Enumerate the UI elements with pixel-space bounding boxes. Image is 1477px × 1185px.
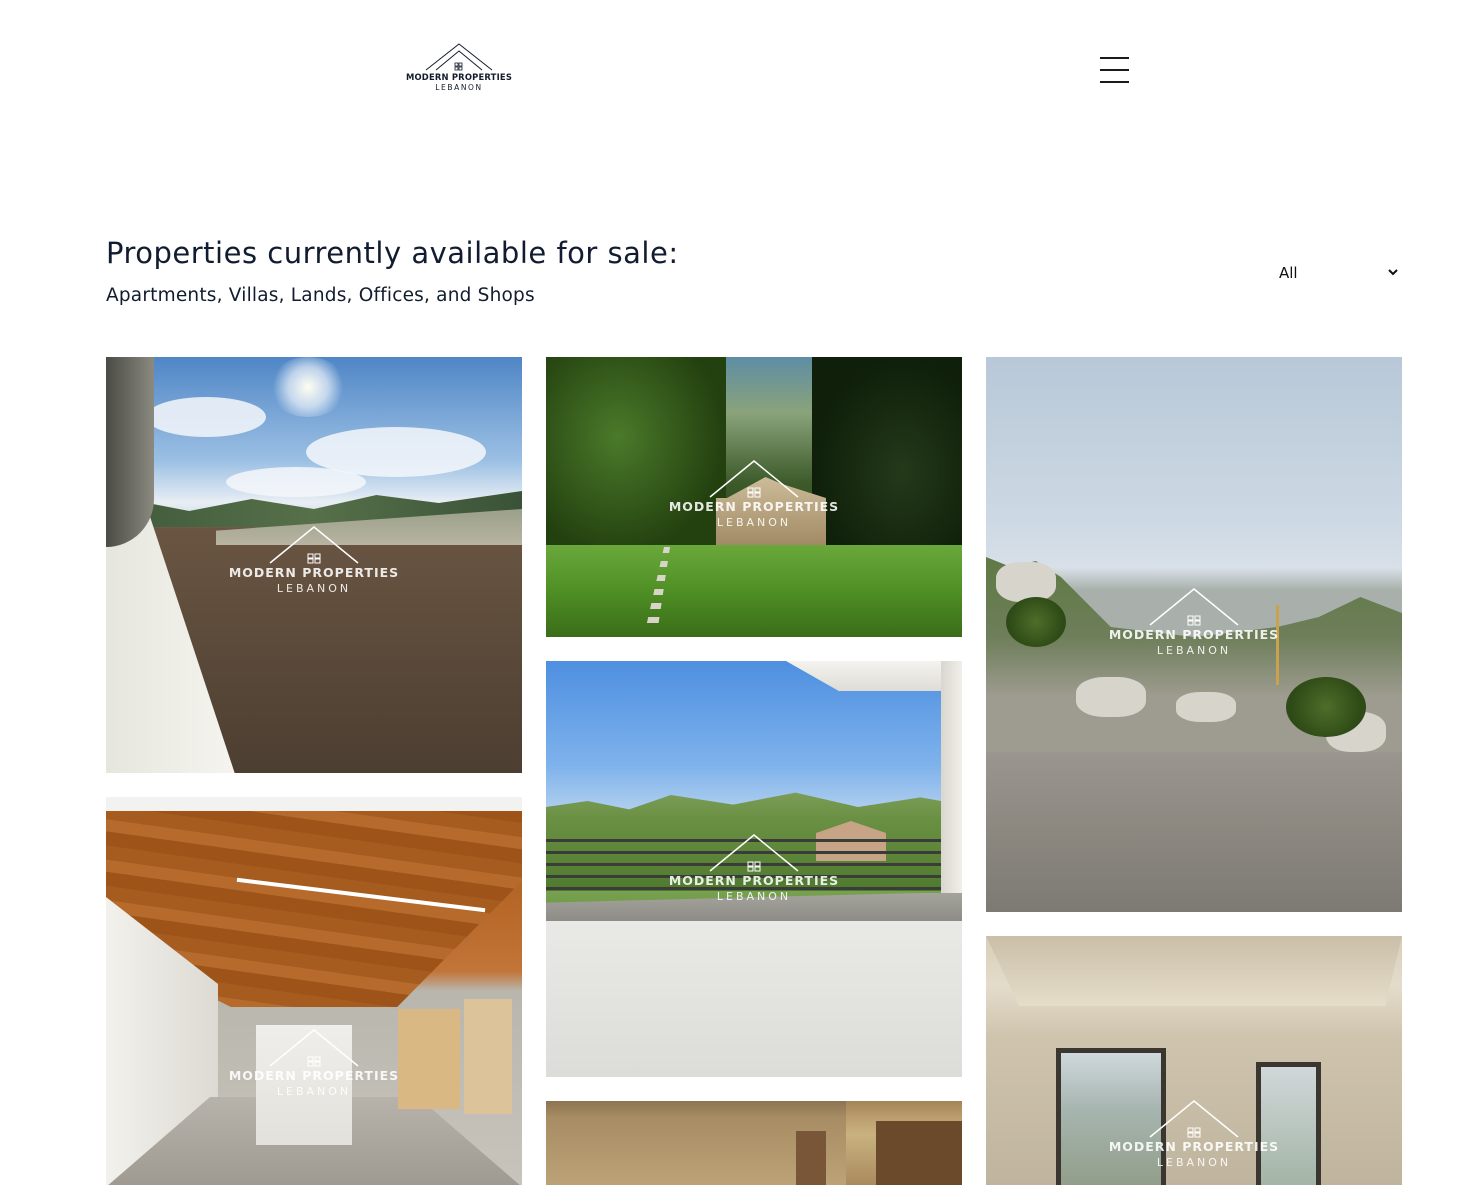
house-roof-icon [425, 43, 493, 71]
property-photo [106, 797, 522, 1185]
watermark-subtext: LEBANON [276, 582, 352, 595]
watermark-house-icon [1149, 1100, 1239, 1138]
hamburger-menu-icon[interactable] [1100, 57, 1130, 85]
menu-bar [1100, 69, 1129, 71]
watermark-subtext: LEBANON [1156, 1156, 1232, 1169]
watermark: MODERN PROPERTIES LEBANON [106, 1028, 522, 1100]
property-card[interactable]: MODERN PROPERTIES LEBANON [106, 797, 522, 1185]
watermark: MODERN PROPERTIES LEBANON [986, 1099, 1402, 1171]
property-card[interactable]: MODERN PROPERTIES LEBANON [986, 936, 1402, 1185]
property-card[interactable] [546, 1101, 962, 1185]
watermark-subtext: LEBANON [716, 890, 792, 903]
watermark: MODERN PROPERTIES LEBANON [986, 587, 1402, 659]
watermark-text: MODERN PROPERTIES [1108, 627, 1280, 642]
watermark: MODERN PROPERTIES LEBANON [546, 459, 962, 531]
logo-subtext: LEBANON [435, 83, 483, 92]
menu-bar [1100, 81, 1129, 83]
page-title: Properties currently available for sale: [106, 236, 679, 270]
watermark-house-icon [709, 460, 799, 498]
chevron-down-icon [1388, 269, 1398, 276]
property-card[interactable]: MODERN PROPERTIES LEBANON [546, 357, 962, 637]
watermark-house-icon [269, 1029, 359, 1067]
watermark: MODERN PROPERTIES LEBANON [546, 833, 962, 905]
property-card[interactable]: MODERN PROPERTIES LEBANON [986, 357, 1402, 912]
watermark-subtext: LEBANON [716, 516, 792, 529]
property-photo [546, 1101, 962, 1185]
watermark-text: MODERN PROPERTIES [668, 499, 840, 514]
logo-text: MODERN PROPERTIES [405, 72, 513, 82]
page-subtitle: Apartments, Villas, Lands, Offices, and … [106, 285, 535, 306]
watermark-text: MODERN PROPERTIES [668, 873, 840, 888]
menu-bar [1100, 57, 1129, 59]
watermark-subtext: LEBANON [276, 1085, 352, 1098]
property-card[interactable]: MODERN PROPERTIES LEBANON [106, 357, 522, 773]
watermark-text: MODERN PROPERTIES [228, 1068, 400, 1083]
watermark-subtext: LEBANON [1156, 644, 1232, 657]
property-card[interactable]: MODERN PROPERTIES LEBANON [546, 661, 962, 1077]
watermark-text: MODERN PROPERTIES [228, 565, 400, 580]
watermark-house-icon [709, 834, 799, 872]
watermark-text: MODERN PROPERTIES [1108, 1139, 1280, 1154]
site-logo[interactable]: MODERN PROPERTIES LEBANON [404, 42, 514, 98]
watermark-house-icon [1149, 588, 1239, 626]
watermark: MODERN PROPERTIES LEBANON [106, 525, 522, 597]
select-value: All [1279, 264, 1298, 282]
property-type-select[interactable]: All [1272, 262, 1402, 286]
watermark-house-icon [269, 526, 359, 564]
